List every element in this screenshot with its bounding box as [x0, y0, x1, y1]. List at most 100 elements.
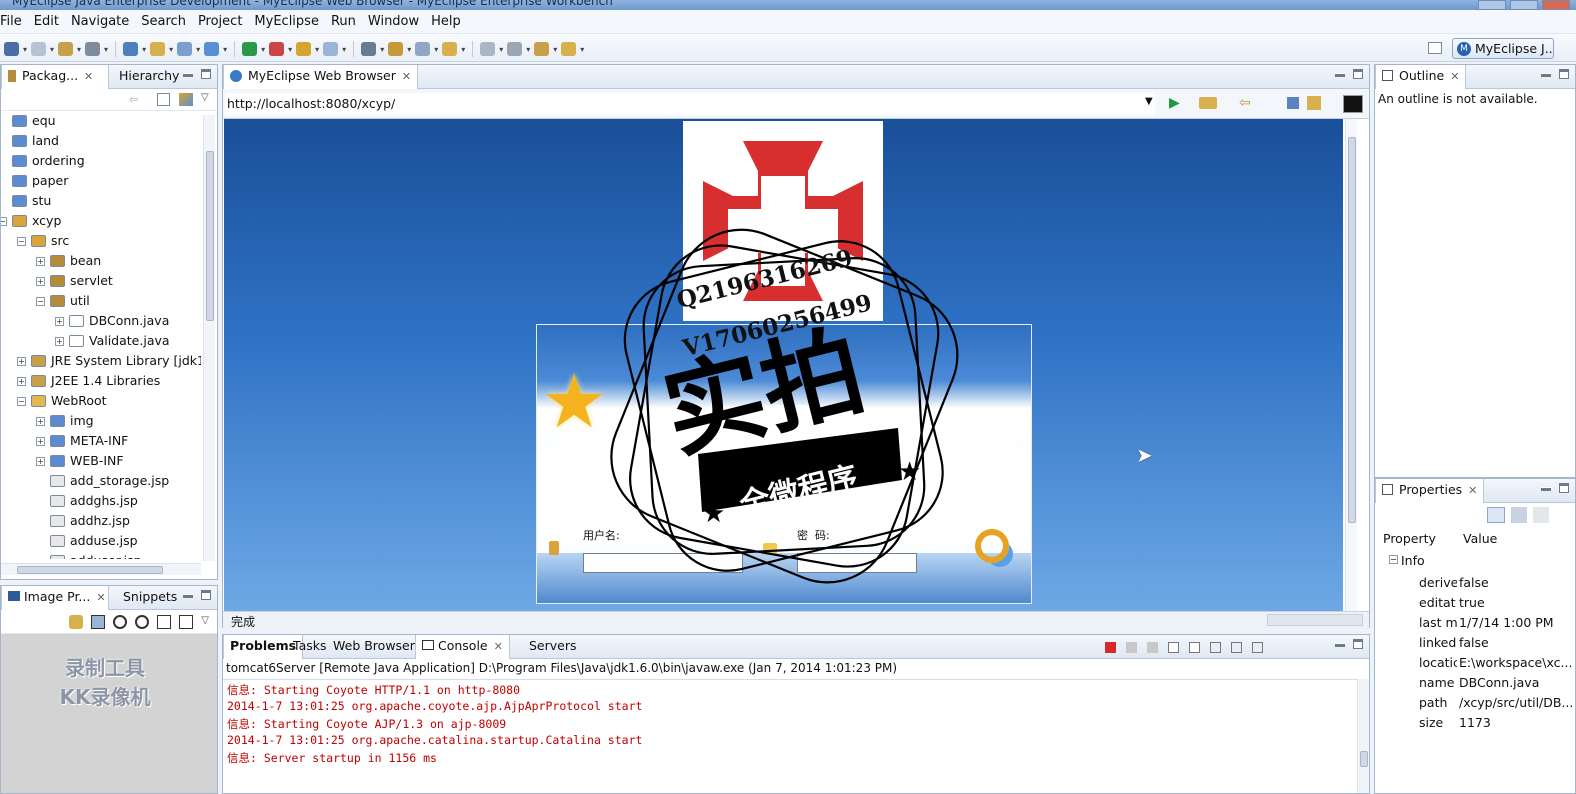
dropdown-arrow-icon[interactable]: ▾: [315, 45, 319, 54]
dropdown-arrow-icon[interactable]: ▾: [380, 45, 384, 54]
refresh-icon[interactable]: [1307, 96, 1321, 110]
dropdown-arrow-icon[interactable]: ▾: [461, 45, 465, 54]
open-type-icon[interactable]: [85, 42, 101, 56]
tab-snippets[interactable]: Snippets: [117, 586, 183, 610]
tree-item[interactable]: + img: [1, 411, 201, 431]
menu-item-run[interactable]: Run: [325, 14, 362, 29]
tree-item[interactable]: + DBConn.java: [1, 311, 201, 331]
tree-item[interactable]: equ: [1, 111, 201, 131]
expand-icon[interactable]: +: [36, 437, 45, 446]
debug-icon[interactable]: [269, 42, 285, 56]
maximize-icon[interactable]: [1353, 69, 1363, 79]
close-icon[interactable]: ✕: [96, 591, 105, 604]
collapse-icon[interactable]: −: [17, 397, 26, 406]
maximize-icon[interactable]: [1353, 639, 1363, 649]
tab-servers[interactable]: Servers: [523, 635, 583, 659]
maximize-icon[interactable]: [1559, 69, 1569, 79]
zoom-in-icon[interactable]: [135, 615, 150, 629]
remove-launch-icon[interactable]: [1126, 642, 1137, 653]
dropdown-arrow-icon[interactable]: ▾: [434, 45, 438, 54]
close-icon[interactable]: ✕: [1450, 70, 1459, 83]
tree-item[interactable]: ordering: [1, 151, 201, 171]
tree-item[interactable]: − xcyp: [1, 211, 201, 231]
expand-icon[interactable]: +: [55, 337, 64, 346]
dropdown-arrow-icon[interactable]: ▾: [288, 45, 292, 54]
tree-item[interactable]: + J2EE 1.4 Libraries: [1, 371, 201, 391]
dropdown-arrow-icon[interactable]: ▾: [104, 45, 108, 54]
tab-hierarchy[interactable]: Hierarchy: [113, 65, 185, 89]
property-value[interactable]: false: [1459, 635, 1573, 650]
tab-console[interactable]: Console ✕: [415, 635, 510, 659]
new-wizard-icon[interactable]: [4, 42, 19, 56]
tab-package-explorer[interactable]: Packag... ✕: [1, 65, 109, 89]
browser-vertical-scrollbar[interactable]: [1345, 119, 1357, 611]
go-icon[interactable]: ▶: [1169, 95, 1180, 111]
property-value[interactable]: 1/7/14 1:00 PM: [1459, 615, 1573, 630]
close-window-button[interactable]: [1542, 0, 1570, 10]
new-project-icon[interactable]: [177, 42, 193, 56]
url-dropdown-icon[interactable]: ▼: [1145, 96, 1153, 107]
dropdown-arrow-icon[interactable]: ▾: [223, 45, 227, 54]
dropdown-arrow-icon[interactable]: ▾: [77, 45, 81, 54]
open-perspective-icon[interactable]: [1428, 42, 1442, 54]
tree-item[interactable]: + JRE System Library [jdk1: [1, 351, 201, 371]
property-value[interactable]: 1173: [1459, 715, 1573, 730]
menu-item-file[interactable]: File: [0, 14, 28, 29]
pin-icon[interactable]: [561, 42, 577, 56]
external-tools-icon[interactable]: [296, 42, 312, 56]
view-menu-icon[interactable]: ▽: [201, 615, 209, 633]
maximize-window-button[interactable]: [1510, 0, 1538, 10]
menu-item-navigate[interactable]: Navigate: [65, 14, 135, 29]
search-icon[interactable]: [361, 42, 377, 56]
maximize-icon[interactable]: [1559, 483, 1569, 493]
minimize-window-button[interactable]: [1478, 0, 1506, 10]
property-value[interactable]: false: [1459, 575, 1573, 590]
maximize-icon[interactable]: [201, 590, 211, 600]
tab-web-browser[interactable]: MyEclipse Web Browser ✕: [223, 65, 419, 89]
password-input[interactable]: [797, 553, 917, 573]
close-icon[interactable]: ✕: [494, 640, 503, 653]
scroll-thumb[interactable]: [1360, 751, 1368, 767]
minimize-icon[interactable]: [1541, 73, 1551, 77]
dropdown-arrow-icon[interactable]: ▾: [580, 45, 584, 54]
tab-image-preview[interactable]: Image Pr... ✕: [1, 586, 109, 610]
dropdown-arrow-icon[interactable]: ▾: [196, 45, 200, 54]
tree-item[interactable]: land: [1, 131, 201, 151]
tree-item[interactable]: paper: [1, 171, 201, 191]
expand-icon[interactable]: +: [17, 377, 26, 386]
menu-item-window[interactable]: Window: [362, 14, 425, 29]
minimize-icon[interactable]: [1541, 487, 1551, 491]
maximize-icon[interactable]: [201, 69, 211, 79]
collapse-icon[interactable]: −: [17, 237, 26, 246]
fit-image-icon[interactable]: [91, 615, 106, 629]
view-menu-icon[interactable]: ▽: [201, 92, 209, 103]
collapse-group-icon[interactable]: −: [1389, 555, 1398, 564]
minimize-icon[interactable]: [183, 594, 193, 598]
dropdown-arrow-icon[interactable]: ▾: [342, 45, 346, 54]
tab-outline[interactable]: Outline ✕: [1375, 65, 1467, 89]
tree-item[interactable]: addghs.jsp: [1, 491, 201, 511]
forward-icon[interactable]: [480, 42, 496, 56]
save-icon[interactable]: [31, 42, 47, 56]
tree-item[interactable]: + Validate.java: [1, 331, 201, 351]
expand-icon[interactable]: +: [17, 357, 26, 366]
tree-item[interactable]: − src: [1, 231, 201, 251]
username-input[interactable]: [583, 553, 743, 573]
back-history-icon[interactable]: [507, 42, 523, 56]
link-with-editor-icon[interactable]: [179, 93, 193, 106]
prev-edit-icon[interactable]: [442, 42, 458, 56]
url-input[interactable]: http://localhost:8080/xcyp/: [225, 93, 1155, 115]
stop-icon[interactable]: [1287, 97, 1299, 109]
close-icon[interactable]: ✕: [84, 70, 93, 83]
menu-item-project[interactable]: Project: [192, 14, 248, 29]
dropdown-arrow-icon[interactable]: ▾: [169, 45, 173, 54]
scroll-thumb[interactable]: [1348, 137, 1356, 523]
show-categories-icon[interactable]: [1487, 507, 1505, 523]
next-edit-icon[interactable]: [415, 42, 431, 56]
dropdown-arrow-icon[interactable]: ▾: [23, 45, 27, 54]
minimize-icon[interactable]: [1335, 73, 1345, 77]
tree-vertical-scrollbar[interactable]: [203, 115, 215, 561]
property-value[interactable]: /xcyp/src/util/DB...: [1459, 695, 1573, 710]
tree-item[interactable]: addhz.jsp: [1, 511, 201, 531]
dropdown-arrow-icon[interactable]: ▾: [499, 45, 503, 54]
